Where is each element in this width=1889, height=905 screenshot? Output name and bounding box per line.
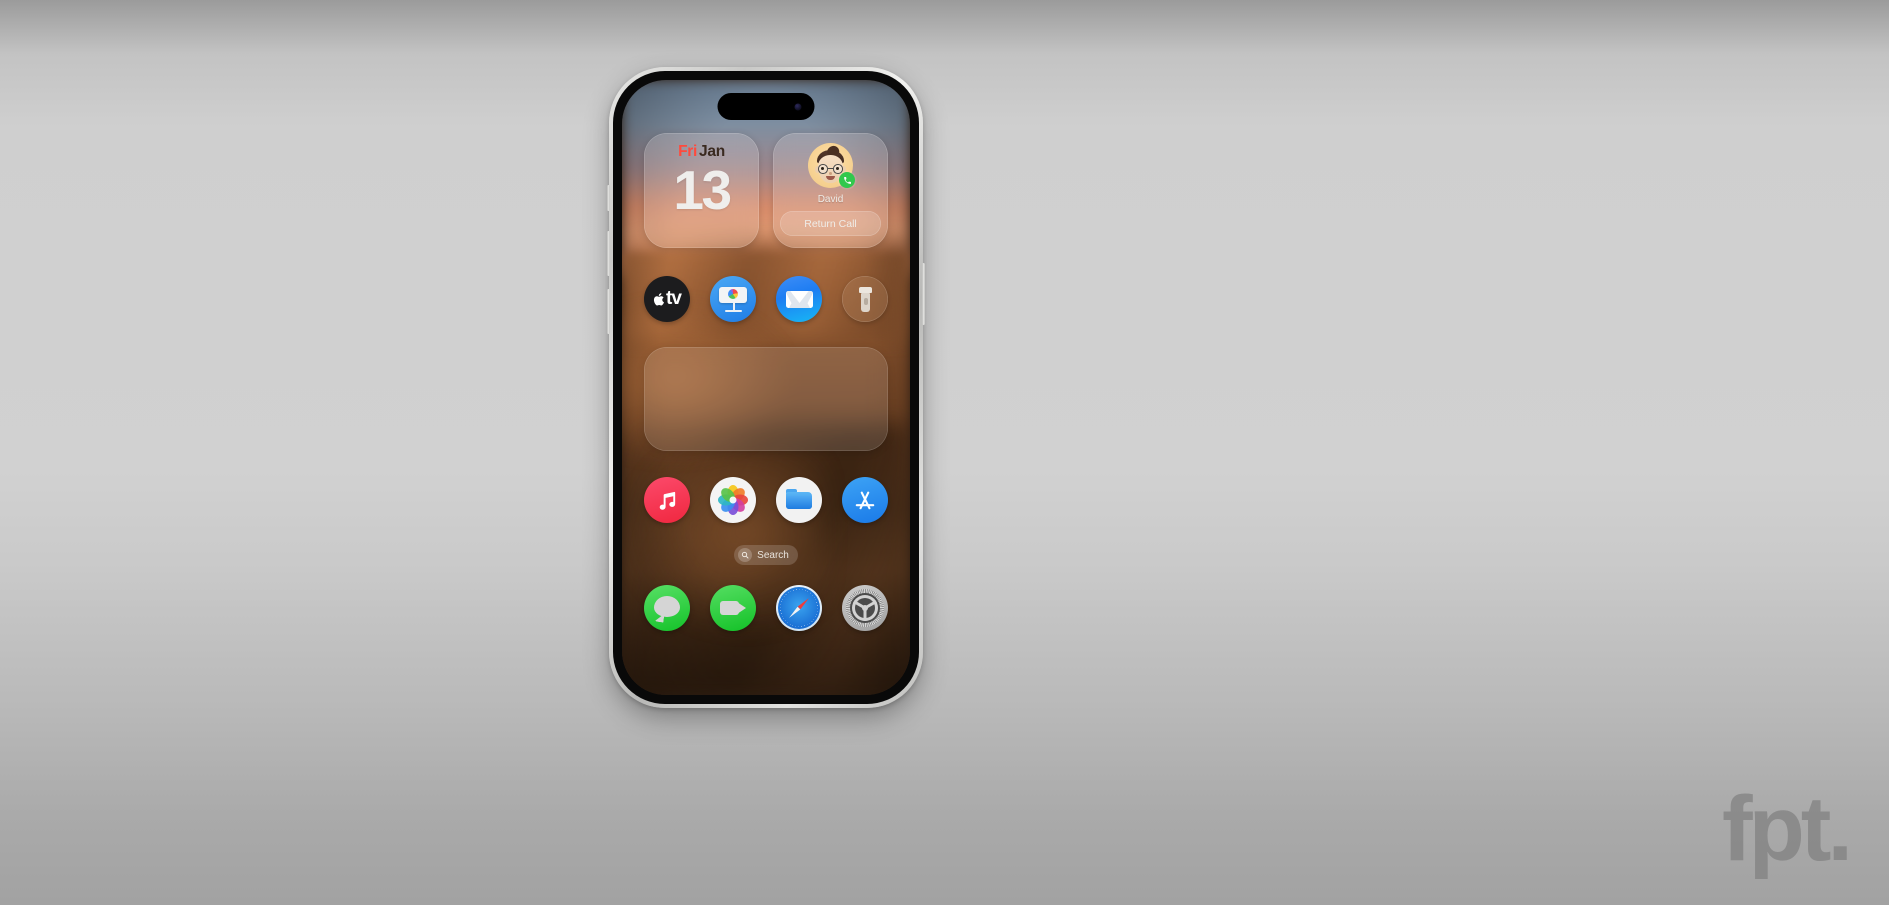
phone-bezel: Fri Jan 13 David Return Call tv Search [613,71,919,704]
music-icon [659,491,675,510]
app-row-1: tv [644,276,888,322]
app-icon-files[interactable] [776,477,822,523]
appstore-icon [855,491,875,510]
volume-up-button[interactable] [607,231,610,276]
volume-down-button[interactable] [607,289,610,334]
app-icon-appletv[interactable]: tv [644,276,690,322]
fpt-watermark: fpt. [1721,778,1853,881]
app-icon-appstore[interactable] [842,477,888,523]
calendar-weekday: Fri [678,143,698,160]
app-icon-safari[interactable] [776,585,822,631]
app-icon-flashlight[interactable] [842,276,888,322]
app-icon-mail[interactable] [776,276,822,322]
app-icon-settings[interactable] [842,585,888,631]
return-call-button[interactable]: Return Call [780,211,881,236]
memoji-nose-icon [829,172,832,175]
empty-widget-placeholder[interactable] [644,347,888,451]
search-button[interactable]: Search [734,545,798,565]
dock [644,585,888,637]
calendar-header: Fri Jan [644,144,759,160]
phone-screen: Fri Jan 13 David Return Call tv Search [622,80,910,695]
app-icon-music[interactable] [644,477,690,523]
app-icon-messages[interactable] [644,585,690,631]
avatar[interactable] [808,143,855,188]
appletv-icon: tv [653,288,682,310]
app-icon-facetime[interactable] [710,585,756,631]
search-label: Search [757,549,789,561]
memoji-eye-right-icon [836,167,839,170]
iphone-device: Fri Jan 13 David Return Call tv Search [607,67,925,708]
app-icon-photos[interactable] [710,477,756,523]
app-icon-keynote[interactable] [710,276,756,322]
dynamic-island[interactable] [717,93,815,120]
app-row-2 [644,477,888,523]
contact-widget[interactable]: David Return Call [773,133,888,248]
contact-name: David [817,194,844,205]
calendar-widget[interactable]: Fri Jan 13 [644,133,759,248]
calendar-month: Jan [699,143,725,160]
widget-row: Fri Jan 13 David Return Call [644,133,888,248]
memoji-glasses-bridge-icon [827,168,834,170]
home-screen: Fri Jan 13 David Return Call tv Search [622,80,910,695]
search-icon [738,548,753,562]
memoji-eye-left-icon [821,167,824,170]
photos-icon [718,485,748,515]
action-button[interactable] [607,185,610,211]
front-camera-icon [794,103,802,110]
calendar-day-number: 13 [673,158,732,221]
power-button[interactable] [922,263,925,325]
phone-call-badge-icon [839,172,855,188]
